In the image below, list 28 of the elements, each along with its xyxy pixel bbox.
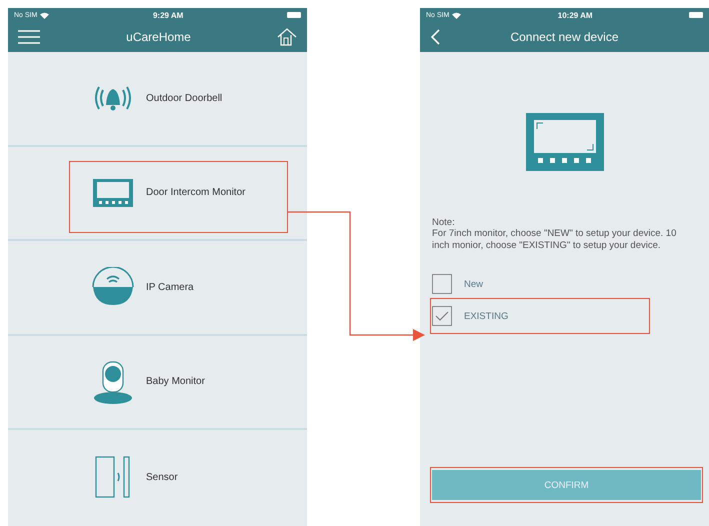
note-heading: Note:	[431, 217, 456, 228]
device-label[interactable]: IP Camera	[146, 282, 194, 293]
device-label[interactable]: Baby Monitor	[146, 376, 205, 388]
house-icon[interactable]	[277, 28, 297, 46]
device-label[interactable]: Sensor	[146, 472, 178, 483]
device-label[interactable]: Outdoor Doorbell	[146, 92, 222, 104]
dome-camera-icon	[91, 267, 135, 308]
wifi-icon	[40, 12, 50, 18]
screen-title: Connect new device	[509, 30, 620, 44]
battery-icon	[689, 12, 703, 18]
option-label[interactable]: New	[464, 278, 484, 290]
app-title: uCareHome	[125, 30, 192, 44]
device-label[interactable]: Door Intercom Monitor	[146, 187, 246, 198]
option-label[interactable]: EXISTING	[464, 310, 508, 322]
menu-icon[interactable]	[18, 30, 40, 44]
monitor-icon	[93, 178, 133, 207]
status-time: 9:29 AM	[152, 10, 184, 20]
check-icon	[435, 311, 449, 322]
door-sensor-icon	[95, 455, 131, 500]
monitor-icon	[526, 113, 604, 171]
note-text: For 7inch monitor, choose "NEW" to setup your device. 10 inch monior, choose "EXISTING" to setup your device.	[431, 228, 678, 252]
wifi-icon	[452, 12, 462, 18]
battery-icon	[287, 12, 301, 18]
checkbox[interactable]	[432, 306, 452, 326]
baby-camera-icon	[93, 360, 133, 404]
status-time: 10:29 AM	[556, 10, 594, 20]
back-icon[interactable]	[430, 29, 440, 45]
checkbox[interactable]	[432, 274, 452, 294]
